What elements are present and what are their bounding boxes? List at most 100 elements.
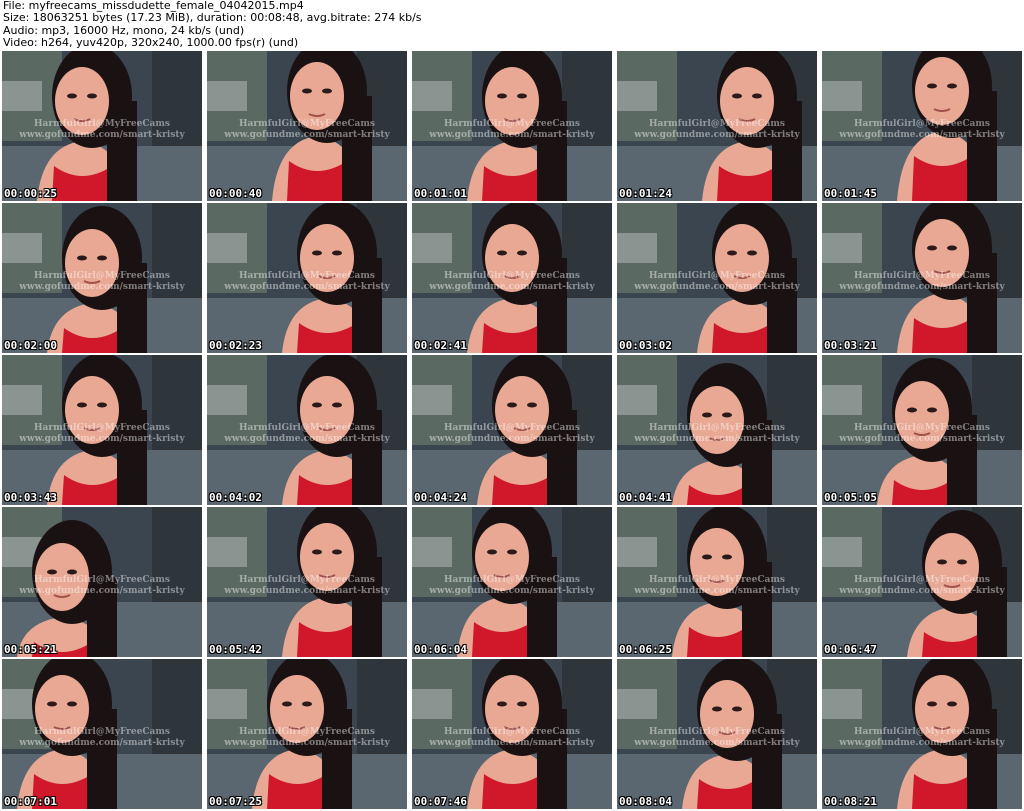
thumbnail-timestamp: 00:04:02 <box>209 491 262 504</box>
video-thumbnail: HarmfulGirl@MyFreeCams www.gofundme.com/s… <box>412 203 612 353</box>
watermark-line-2: www.gofundme.com/smart-kristy <box>634 130 800 140</box>
thumbnail-grid: HarmfulGirl@MyFreeCams www.gofundme.com/s… <box>2 51 1022 811</box>
watermark-line-1: HarmfulGirl@MyFreeCams <box>854 727 990 737</box>
watermark-line-1: HarmfulGirl@MyFreeCams <box>239 119 375 129</box>
watermark-line-2: www.gofundme.com/smart-kristy <box>429 738 595 748</box>
video-thumbnail: HarmfulGirl@MyFreeCams www.gofundme.com/s… <box>617 51 817 201</box>
watermark-line-2: www.gofundme.com/smart-kristy <box>429 586 595 596</box>
watermark-line-1: HarmfulGirl@MyFreeCams <box>649 119 785 129</box>
thumbnail-timestamp: 00:07:01 <box>4 795 57 808</box>
video-thumbnail: HarmfulGirl@MyFreeCams www.gofundme.com/s… <box>617 507 817 657</box>
video-thumbnail: HarmfulGirl@MyFreeCams www.gofundme.com/s… <box>207 659 407 809</box>
watermark-line-1: HarmfulGirl@MyFreeCams <box>34 119 170 129</box>
watermark-line-2: www.gofundme.com/smart-kristy <box>224 282 390 292</box>
watermark-line-2: www.gofundme.com/smart-kristy <box>839 738 1005 748</box>
watermark-line-1: HarmfulGirl@MyFreeCams <box>444 271 580 281</box>
thumbnail-timestamp: 00:08:04 <box>619 795 672 808</box>
watermark-line-2: www.gofundme.com/smart-kristy <box>19 282 185 292</box>
thumbnail-timestamp: 00:06:04 <box>414 643 467 656</box>
video-thumbnail: HarmfulGirl@MyFreeCams www.gofundme.com/s… <box>207 51 407 201</box>
thumbnail-timestamp: 00:07:46 <box>414 795 467 808</box>
thumbnail-timestamp: 00:05:05 <box>824 491 877 504</box>
watermark-line-2: www.gofundme.com/smart-kristy <box>839 282 1005 292</box>
video-thumbnail: HarmfulGirl@MyFreeCams www.gofundme.com/s… <box>617 659 817 809</box>
thumbnail-timestamp: 00:02:00 <box>4 339 57 352</box>
watermark-line-2: www.gofundme.com/smart-kristy <box>634 434 800 444</box>
watermark-line-2: www.gofundme.com/smart-kristy <box>19 738 185 748</box>
video-thumbnail: HarmfulGirl@MyFreeCams www.gofundme.com/s… <box>822 355 1022 505</box>
watermark-line-2: www.gofundme.com/smart-kristy <box>839 586 1005 596</box>
watermark-line-2: www.gofundme.com/smart-kristy <box>224 434 390 444</box>
thumbnail-timestamp: 00:04:24 <box>414 491 467 504</box>
video-thumbnail: HarmfulGirl@MyFreeCams www.gofundme.com/s… <box>207 203 407 353</box>
watermark-line-1: HarmfulGirl@MyFreeCams <box>444 575 580 585</box>
watermark-line-1: HarmfulGirl@MyFreeCams <box>649 271 785 281</box>
video-thumbnail: HarmfulGirl@MyFreeCams www.gofundme.com/s… <box>617 203 817 353</box>
watermark-line-2: www.gofundme.com/smart-kristy <box>19 586 185 596</box>
watermark-line-2: www.gofundme.com/smart-kristy <box>634 738 800 748</box>
thumbnail-timestamp: 00:05:42 <box>209 643 262 656</box>
watermark-line-1: HarmfulGirl@MyFreeCams <box>34 575 170 585</box>
watermark-line-1: HarmfulGirl@MyFreeCams <box>854 119 990 129</box>
watermark-line-1: HarmfulGirl@MyFreeCams <box>239 271 375 281</box>
watermark-line-1: HarmfulGirl@MyFreeCams <box>649 575 785 585</box>
thumbnail-timestamp: 00:07:25 <box>209 795 262 808</box>
watermark-line-2: www.gofundme.com/smart-kristy <box>839 434 1005 444</box>
thumbnail-timestamp: 00:06:25 <box>619 643 672 656</box>
video-thumbnail: HarmfulGirl@MyFreeCams www.gofundme.com/s… <box>412 659 612 809</box>
watermark-line-1: HarmfulGirl@MyFreeCams <box>34 727 170 737</box>
thumbnail-timestamp: 00:01:01 <box>414 187 467 200</box>
video-thumbnail: HarmfulGirl@MyFreeCams www.gofundme.com/s… <box>2 51 202 201</box>
watermark-line-2: www.gofundme.com/smart-kristy <box>634 586 800 596</box>
watermark-line-2: www.gofundme.com/smart-kristy <box>429 434 595 444</box>
watermark-line-1: HarmfulGirl@MyFreeCams <box>239 575 375 585</box>
watermark-line-1: HarmfulGirl@MyFreeCams <box>239 727 375 737</box>
thumbnail-timestamp: 00:05:21 <box>4 643 57 656</box>
video-thumbnail: HarmfulGirl@MyFreeCams www.gofundme.com/s… <box>2 659 202 809</box>
watermark-line-1: HarmfulGirl@MyFreeCams <box>854 423 990 433</box>
watermark-line-2: www.gofundme.com/smart-kristy <box>19 434 185 444</box>
watermark-line-1: HarmfulGirl@MyFreeCams <box>854 271 990 281</box>
video-thumbnail: HarmfulGirl@MyFreeCams www.gofundme.com/s… <box>412 51 612 201</box>
video-thumbnail: HarmfulGirl@MyFreeCams www.gofundme.com/s… <box>207 355 407 505</box>
watermark-line-2: www.gofundme.com/smart-kristy <box>839 130 1005 140</box>
watermark-line-2: www.gofundme.com/smart-kristy <box>634 282 800 292</box>
thumbnail-timestamp: 00:00:40 <box>209 187 262 200</box>
video-thumbnail: HarmfulGirl@MyFreeCams www.gofundme.com/s… <box>822 659 1022 809</box>
watermark-line-1: HarmfulGirl@MyFreeCams <box>34 423 170 433</box>
file-info-header: File: myfreecams_missdudette_female_0404… <box>3 0 1021 50</box>
thumbnail-timestamp: 00:08:21 <box>824 795 877 808</box>
watermark-line-1: HarmfulGirl@MyFreeCams <box>649 727 785 737</box>
watermark-line-1: HarmfulGirl@MyFreeCams <box>34 271 170 281</box>
video-thumbnail: HarmfulGirl@MyFreeCams www.gofundme.com/s… <box>2 507 202 657</box>
watermark-line-1: HarmfulGirl@MyFreeCams <box>649 423 785 433</box>
watermark-line-1: HarmfulGirl@MyFreeCams <box>444 119 580 129</box>
video-thumbnail: HarmfulGirl@MyFreeCams www.gofundme.com/s… <box>822 507 1022 657</box>
watermark-line-1: HarmfulGirl@MyFreeCams <box>444 727 580 737</box>
video-thumbnail: HarmfulGirl@MyFreeCams www.gofundme.com/s… <box>2 355 202 505</box>
video-thumbnail: HarmfulGirl@MyFreeCams www.gofundme.com/s… <box>207 507 407 657</box>
video-thumbnail: HarmfulGirl@MyFreeCams www.gofundme.com/s… <box>822 51 1022 201</box>
thumbnail-timestamp: 00:04:41 <box>619 491 672 504</box>
thumbnail-timestamp: 00:00:25 <box>4 187 57 200</box>
thumbnail-timestamp: 00:02:23 <box>209 339 262 352</box>
watermark-line-2: www.gofundme.com/smart-kristy <box>429 130 595 140</box>
video-thumbnail: HarmfulGirl@MyFreeCams www.gofundme.com/s… <box>2 203 202 353</box>
watermark-line-2: www.gofundme.com/smart-kristy <box>429 282 595 292</box>
video-thumbnail: HarmfulGirl@MyFreeCams www.gofundme.com/s… <box>412 355 612 505</box>
video-thumbnail: HarmfulGirl@MyFreeCams www.gofundme.com/s… <box>822 203 1022 353</box>
watermark-line-2: www.gofundme.com/smart-kristy <box>19 130 185 140</box>
thumbnail-timestamp: 00:03:02 <box>619 339 672 352</box>
thumbnail-timestamp: 00:01:45 <box>824 187 877 200</box>
thumbnail-timestamp: 00:06:47 <box>824 643 877 656</box>
watermark-line-2: www.gofundme.com/smart-kristy <box>224 738 390 748</box>
watermark-line-2: www.gofundme.com/smart-kristy <box>224 130 390 140</box>
watermark-line-1: HarmfulGirl@MyFreeCams <box>239 423 375 433</box>
video-thumbnail: HarmfulGirl@MyFreeCams www.gofundme.com/s… <box>617 355 817 505</box>
thumbnail-timestamp: 00:01:24 <box>619 187 672 200</box>
watermark-line-1: HarmfulGirl@MyFreeCams <box>854 575 990 585</box>
thumbnail-timestamp: 00:03:43 <box>4 491 57 504</box>
video-thumbnail: HarmfulGirl@MyFreeCams www.gofundme.com/s… <box>412 507 612 657</box>
thumbnail-timestamp: 00:03:21 <box>824 339 877 352</box>
watermark-line-2: www.gofundme.com/smart-kristy <box>224 586 390 596</box>
